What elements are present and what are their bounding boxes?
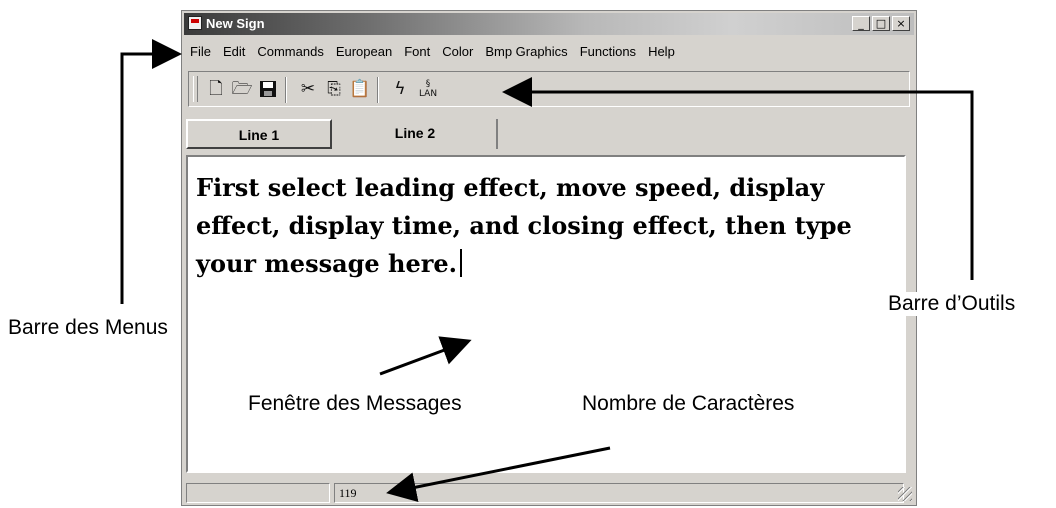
toolbar-arrow [502, 77, 974, 280]
annotation-arrows [120, 39, 974, 502]
menu-bar-arrow [120, 39, 182, 304]
annotation-menu-bar: Barre des Menus [6, 316, 170, 340]
annotation-message-window: Fenêtre des Messages [246, 392, 464, 416]
message-window-arrow [379, 336, 472, 376]
annotation-character-count: Nombre de Caractères [580, 392, 797, 416]
character-count-arrow [386, 446, 611, 502]
annotation-toolbar: Barre d’Outils [886, 292, 1018, 316]
